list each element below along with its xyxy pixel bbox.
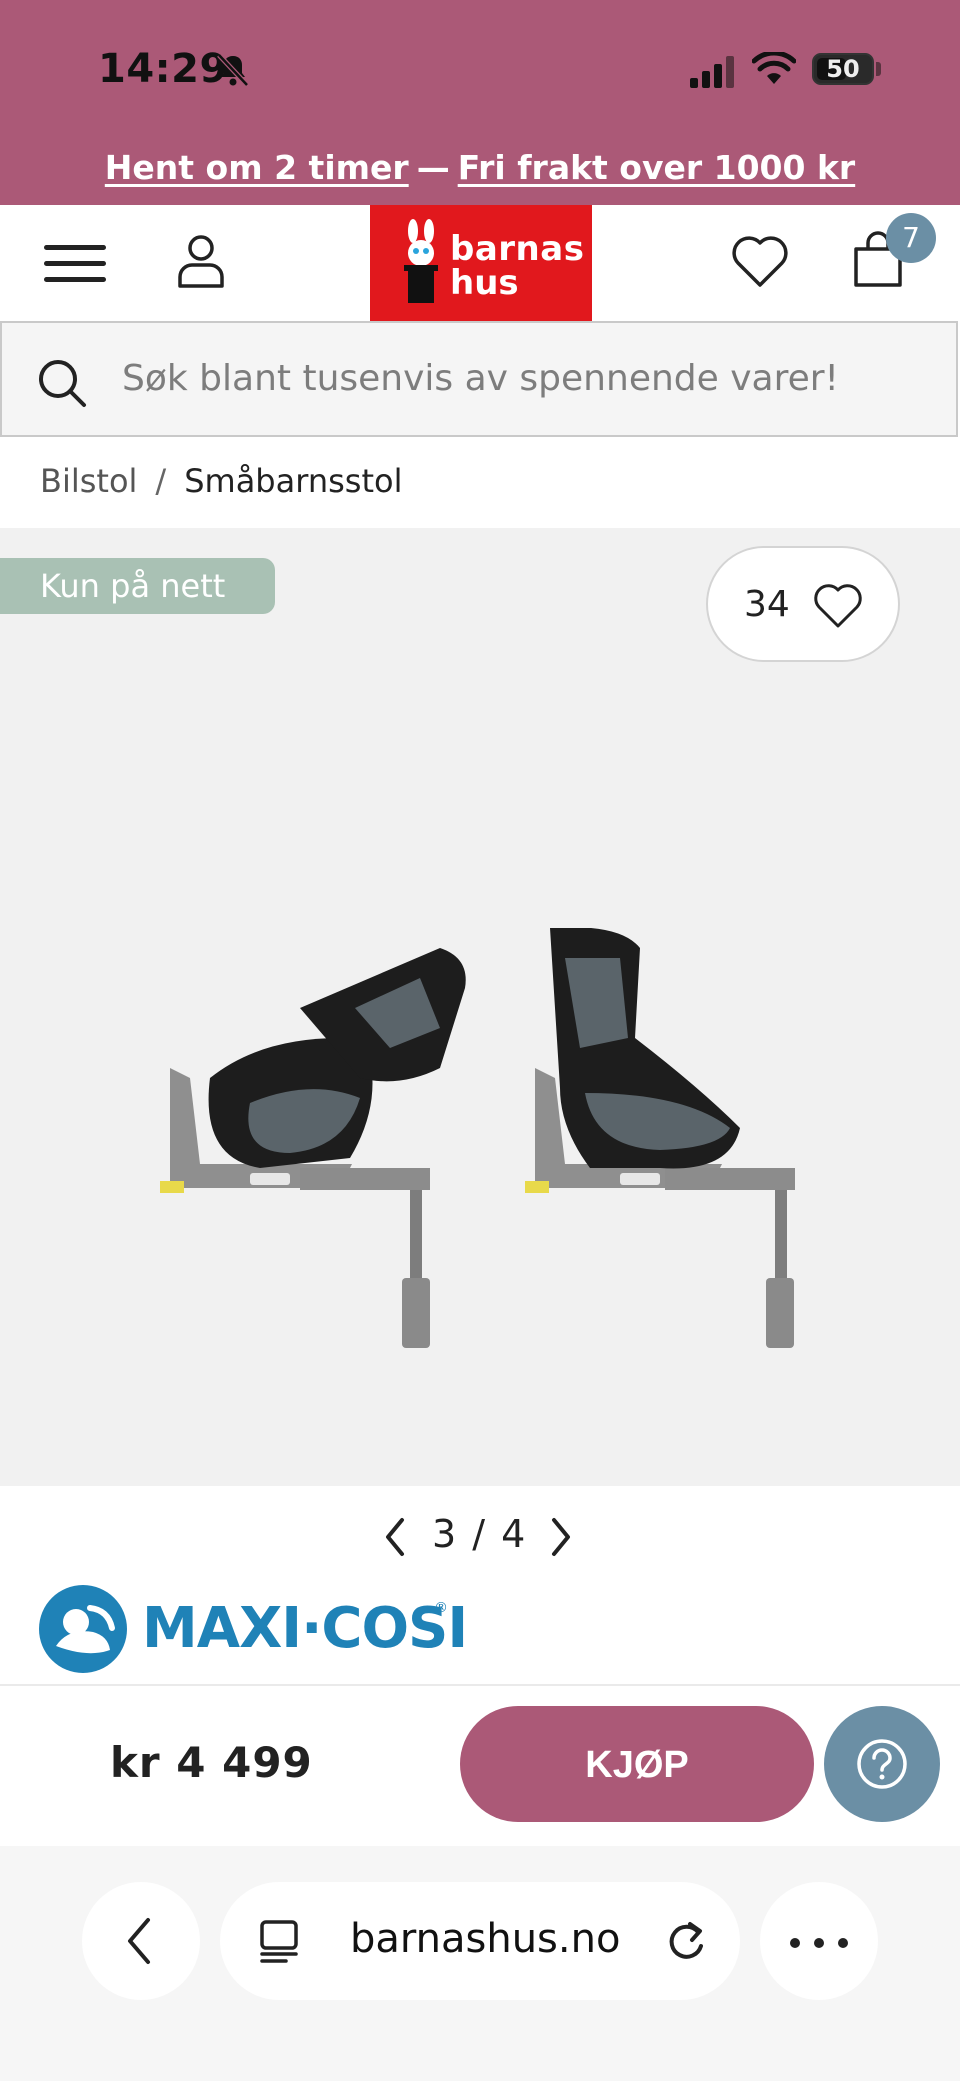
favorite-count: 34 [744, 584, 790, 625]
cart-count-badge[interactable]: 7 [886, 213, 936, 263]
online-only-badge: Kun på nett [0, 558, 275, 614]
url-text[interactable]: barnashus.no [350, 1916, 620, 1962]
product-image [160, 928, 795, 1348]
product-price: kr 4 499 [110, 1738, 313, 1787]
back-icon [128, 1918, 150, 1964]
tab-icon[interactable] [258, 1918, 302, 1964]
signal-icon [690, 56, 734, 88]
search-input[interactable] [120, 347, 924, 409]
pickup-link[interactable]: Hent om 2 timer [105, 148, 409, 187]
battery-icon: 50 [812, 53, 874, 85]
user-icon[interactable] [176, 233, 226, 289]
brand-name: MAXI·COSI [142, 1596, 468, 1661]
status-time: 14:29 [98, 46, 228, 92]
logo-text-line2: hus [450, 263, 519, 303]
breadcrumb-separator: / [155, 462, 167, 500]
brand-registered-mark: ® [434, 1600, 448, 1616]
gallery-pager: 3 / 4 [380, 1510, 580, 1566]
maxicosi-logo-icon [39, 1585, 127, 1673]
help-button[interactable] [824, 1706, 940, 1822]
breadcrumb: Bilstol / Småbarnsstol [40, 462, 402, 500]
address-bar[interactable]: barnashus.no [220, 1882, 740, 2000]
brand-logo[interactable]: MAXI·COSI ® [38, 1584, 468, 1674]
battery-nub [876, 62, 881, 76]
breadcrumb-item-bilstol[interactable]: Bilstol [40, 462, 137, 500]
search-icon[interactable] [36, 357, 88, 409]
browser-toolbar: barnashus.no [0, 1846, 960, 2081]
question-icon [857, 1739, 907, 1789]
heart-icon [814, 584, 862, 628]
more-icon [790, 1938, 800, 1948]
site-logo[interactable]: barnas hus [370, 205, 592, 321]
reload-icon[interactable] [662, 1916, 710, 1966]
gallery-position: 3 / 4 [432, 1512, 528, 1556]
car-seat-right [525, 928, 795, 1348]
wishlist-heart-icon[interactable] [730, 233, 790, 289]
free-shipping-link[interactable]: Fri frakt over 1000 kr [458, 148, 856, 187]
promo-bar: Hent om 2 timer — Fri frakt over 1000 kr [0, 148, 960, 187]
browser-back-button[interactable] [82, 1882, 200, 2000]
browser-more-button[interactable] [760, 1882, 878, 2000]
search-bar [0, 321, 958, 437]
car-seat-left [160, 948, 466, 1348]
chevron-left-icon[interactable] [380, 1514, 410, 1560]
product-gallery[interactable]: Kun på nett 34 [0, 528, 960, 1486]
bell-slash-icon [217, 53, 249, 87]
rabbit-logo-icon [404, 219, 438, 303]
buy-button[interactable]: KJØP [460, 1706, 814, 1822]
site-header: barnas hus 7 [0, 205, 960, 321]
breadcrumb-item-smabarnsstol[interactable]: Småbarnsstol [184, 462, 402, 500]
divider [0, 1684, 960, 1686]
menu-icon[interactable] [44, 241, 106, 287]
favorite-button[interactable]: 34 [706, 546, 900, 662]
battery-percent: 50 [826, 55, 860, 83]
chevron-right-icon[interactable] [546, 1514, 576, 1560]
wifi-icon [752, 52, 796, 84]
promo-separator: — [416, 148, 450, 187]
